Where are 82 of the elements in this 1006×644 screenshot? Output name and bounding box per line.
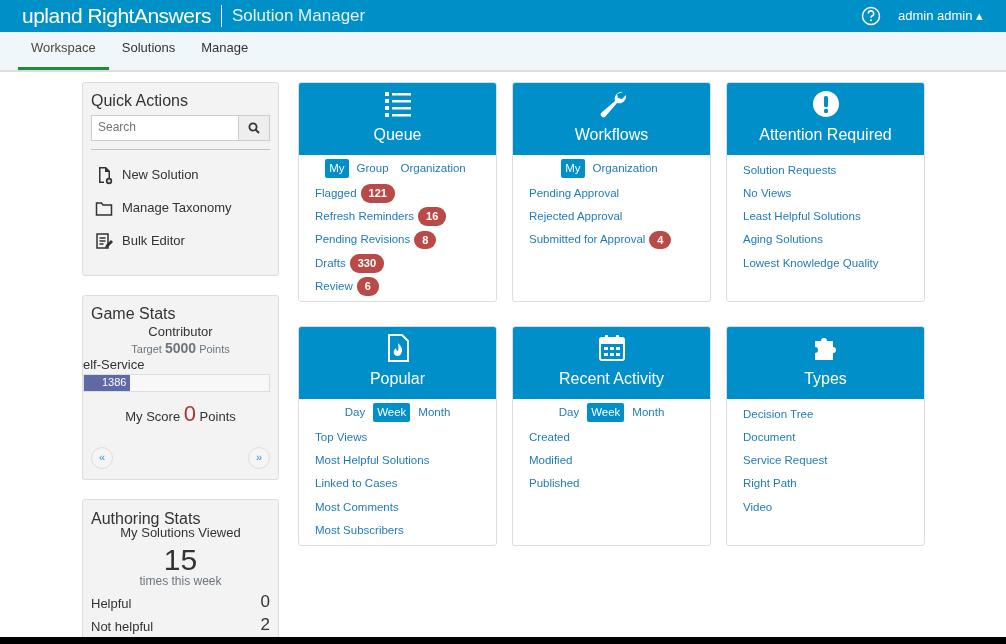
count-badge: 6 [356, 277, 379, 296]
tile-link[interactable]: Least Helpful Solutions [743, 208, 861, 226]
tile-link[interactable]: Lowest Knowledge Quality [743, 254, 879, 272]
tile-link[interactable]: Top Views [315, 428, 368, 446]
stat-value: 0 [260, 593, 270, 612]
tile-link[interactable]: Video [743, 498, 773, 516]
filter-tab[interactable]: Month [414, 402, 455, 422]
tile-link[interactable]: Aging Solutions [743, 231, 823, 249]
tile-link[interactable]: Flagged [315, 184, 357, 202]
document-edit-icon [95, 231, 114, 251]
filter-tab[interactable]: My [561, 158, 585, 178]
nav-tab[interactable]: Workspace [18, 28, 109, 70]
tile-link[interactable]: Published [529, 475, 580, 493]
score-text: My Score 0 Points [124, 399, 237, 427]
tile-link[interactable]: Submitted for Approval [529, 231, 646, 249]
action-link[interactable]: Bulk Editor [122, 232, 185, 250]
filter-tab[interactable]: Organization [396, 158, 470, 178]
tile-link[interactable]: Service Request [743, 452, 828, 470]
tile-link[interactable]: Drafts [315, 254, 346, 272]
track-label: elf-Service [83, 357, 146, 374]
filter-tab[interactable]: Organization [588, 158, 662, 178]
filter-tab[interactable]: Day [554, 402, 584, 422]
tile-link[interactable]: Decision Tree [743, 405, 814, 423]
previous-button[interactable]: « [91, 447, 113, 469]
tile-title: Popular [369, 368, 426, 389]
tile-link[interactable]: Solution Requests [743, 161, 837, 179]
product-name: Solution Manager [231, 5, 366, 27]
stat-label: Helpful [91, 596, 132, 612]
count-badge: 8 [414, 230, 437, 250]
action-link[interactable]: New Solution [122, 166, 199, 184]
rank-label: Contributor [147, 323, 214, 340]
user-menu[interactable]: admin admin ▴ [896, 5, 984, 27]
filter-tab[interactable]: Day [340, 402, 370, 422]
tile-title: Recent Activity [559, 368, 664, 389]
tile-link[interactable]: Created [529, 428, 570, 446]
tile-link[interactable]: Most Helpful Solutions [315, 452, 430, 470]
panel-title: Game Stats [91, 303, 177, 324]
stats-subtitle: My Solutions Viewed [120, 526, 242, 542]
tile-link[interactable]: Right Path [743, 475, 797, 493]
stat-value: 2 [260, 615, 270, 635]
next-button[interactable]: » [248, 447, 270, 469]
tile-link[interactable]: No Views [743, 184, 792, 203]
tile-link[interactable]: Linked to Cases [315, 475, 398, 493]
filter-tab[interactable]: Month [628, 402, 669, 422]
count-badge: 330 [349, 254, 385, 273]
count-caption: times this week [138, 575, 223, 590]
filter-tab[interactable]: Week [587, 402, 625, 422]
search-button[interactable] [238, 114, 270, 141]
panel-title: Quick Actions [91, 90, 189, 111]
tile-link[interactable]: Pending Revisions [315, 231, 411, 249]
search-field[interactable]: Search [91, 114, 239, 141]
tile-link[interactable]: Most Comments [315, 498, 399, 516]
target-text: Target 5000 Points [130, 339, 231, 358]
tile-link[interactable]: Rejected Approval [529, 208, 623, 226]
nav-tab[interactable]: Solutions [108, 28, 189, 70]
filter-tab[interactable]: Group [352, 158, 393, 178]
stat-label: Not helpful [91, 619, 154, 635]
tile-link[interactable]: Review [315, 277, 353, 296]
tile-link[interactable]: Refresh Reminders [315, 208, 415, 226]
nav-tab[interactable]: Manage [188, 28, 262, 70]
tile-link[interactable]: Document [743, 428, 796, 447]
alert-icon [810, 88, 841, 119]
calendar-icon [596, 332, 627, 363]
brand-logo: upland RightAnswers [22, 3, 211, 29]
filter-tab[interactable]: My [325, 158, 349, 178]
progress-fill: 1386 [84, 374, 131, 391]
panel-title: Authoring Stats [91, 510, 201, 529]
tile-title: Attention Required [759, 124, 892, 145]
tile-link[interactable]: Most Subscribers [315, 521, 404, 540]
tile-link[interactable]: Modified [529, 452, 573, 470]
count-badge: 121 [360, 184, 395, 203]
search-icon [248, 121, 261, 134]
count-badge: 4 [649, 230, 672, 250]
filter-tab[interactable]: Week [373, 402, 411, 422]
tile-title: Types [804, 368, 847, 389]
tile-title: Queue [373, 124, 422, 145]
tile-link[interactable]: Pending Approval [529, 184, 620, 202]
view-count: 15 [163, 545, 198, 576]
count-badge: 16 [418, 207, 447, 226]
tile-title: Workflows [574, 124, 649, 145]
action-link[interactable]: Manage Taxonomy [122, 199, 232, 217]
help-icon[interactable] [860, 5, 881, 26]
